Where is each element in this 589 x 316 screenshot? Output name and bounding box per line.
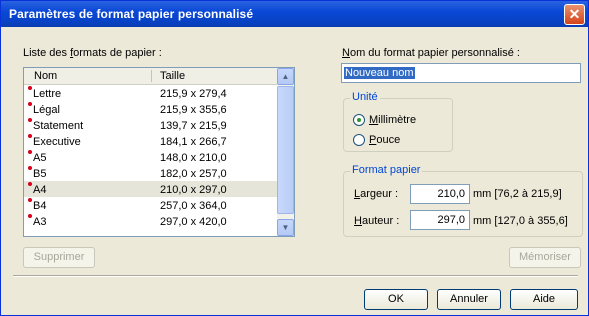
list-item-size: 148,0 x 210,0: [160, 152, 227, 164]
custom-name-value: Nouveau nom: [344, 67, 415, 79]
list-item-name: Légal: [33, 104, 60, 116]
list-item-size: 215,9 x 279,4: [160, 88, 227, 100]
unit-group: Unité Millimètre Pouce: [343, 91, 453, 152]
paper-format-group-title: Format papier: [350, 164, 423, 176]
list-item-name: B5: [33, 168, 47, 180]
list-item[interactable]: Executive 184,1 x 266,7: [24, 133, 277, 149]
list-item-name: Statement: [33, 120, 84, 132]
list-item-size: 139,7 x 215,9: [160, 120, 227, 132]
list-item[interactable]: Statement 139,7 x 215,9: [24, 117, 277, 133]
title-bar[interactable]: Paramètres de format papier personnalisé…: [1, 1, 588, 27]
scroll-down-button[interactable]: ▼: [277, 219, 294, 236]
list-item-name: A3: [33, 216, 47, 228]
list-header: Nom Taille: [24, 68, 277, 85]
list-item-size: 215,9 x 355,6: [160, 104, 227, 116]
paper-format-group: Format papier Largeur : 210,0 mm [76,2 à…: [343, 164, 583, 237]
builtin-marker-icon: [28, 86, 32, 90]
column-header-name[interactable]: Nom: [34, 70, 57, 82]
builtin-marker-icon: [28, 214, 32, 218]
inch-radio[interactable]: [353, 134, 365, 146]
list-rows: Lettre 215,9 x 279,4 Légal 215,9 x 355,6 Sta…: [24, 85, 277, 229]
column-header-size[interactable]: Taille: [160, 70, 185, 82]
list-item[interactable]: A5 148,0 x 210,0: [24, 149, 277, 165]
list-item-name: A5: [33, 152, 47, 164]
builtin-marker-icon: [28, 198, 32, 202]
ok-button[interactable]: OK: [364, 289, 428, 310]
custom-name-input[interactable]: Nouveau nom: [341, 63, 581, 83]
height-range: mm [127,0 à 355,6]: [473, 215, 568, 227]
list-item-name: Lettre: [33, 88, 62, 100]
builtin-marker-icon: [28, 182, 32, 186]
list-item[interactable]: A4 210,0 x 297,0: [24, 181, 277, 197]
delete-button[interactable]: Supprimer: [23, 247, 95, 268]
close-button[interactable]: ✕: [564, 4, 585, 25]
millimeter-radio[interactable]: [353, 114, 365, 126]
list-item-name: B4: [33, 200, 47, 212]
inch-label[interactable]: Pouce: [369, 134, 400, 146]
list-item-size: 182,0 x 257,0: [160, 168, 227, 180]
list-item-name: Executive: [33, 136, 81, 148]
paper-format-list[interactable]: Nom Taille Lettre 215,9 x 279,4 Légal 215,9…: [23, 67, 295, 237]
height-label: Hauteur :: [354, 215, 400, 227]
width-input[interactable]: 210,0: [410, 184, 470, 204]
list-item-size: 210,0 x 297,0: [160, 184, 227, 196]
help-button[interactable]: Aide: [510, 289, 578, 310]
column-separator[interactable]: [151, 70, 152, 82]
list-item[interactable]: B5 182,0 x 257,0: [24, 165, 277, 181]
list-item[interactable]: Légal 215,9 x 355,6: [24, 101, 277, 117]
list-item-size: 184,1 x 266,7: [160, 136, 227, 148]
list-item-size: 297,0 x 420,0: [160, 216, 227, 228]
builtin-marker-icon: [28, 118, 32, 122]
footer-separator: [13, 275, 578, 277]
builtin-marker-icon: [28, 150, 32, 154]
unit-group-title: Unité: [350, 91, 380, 103]
save-format-button[interactable]: Mémoriser: [509, 247, 581, 268]
list-item[interactable]: A3 297,0 x 420,0: [24, 213, 277, 229]
custom-name-label: Nom du format papier personnalisé :: [342, 47, 520, 59]
list-item[interactable]: B4 257,0 x 364,0: [24, 197, 277, 213]
builtin-marker-icon: [28, 134, 32, 138]
cancel-button[interactable]: Annuler: [437, 289, 501, 310]
builtin-marker-icon: [28, 102, 32, 106]
scroll-thumb[interactable]: [277, 86, 294, 214]
builtin-marker-icon: [28, 166, 32, 170]
list-item[interactable]: Lettre 215,9 x 279,4: [24, 85, 277, 101]
window-title: Paramètres de format papier personnalisé: [9, 7, 254, 21]
scroll-up-button[interactable]: ▲: [277, 68, 294, 85]
width-range: mm [76,2 à 215,9]: [473, 188, 562, 200]
paper-list-label: Liste des formats de papier :: [23, 47, 162, 59]
list-item-name: A4: [33, 184, 47, 196]
width-label: Largeur :: [354, 188, 399, 200]
list-item-size: 257,0 x 364,0: [160, 200, 227, 212]
height-input[interactable]: 297,0: [410, 210, 470, 230]
dialog-window: Paramètres de format papier personnalisé…: [0, 0, 589, 316]
vertical-scrollbar[interactable]: ▲ ▼: [277, 68, 294, 236]
millimeter-label[interactable]: Millimètre: [369, 114, 416, 126]
